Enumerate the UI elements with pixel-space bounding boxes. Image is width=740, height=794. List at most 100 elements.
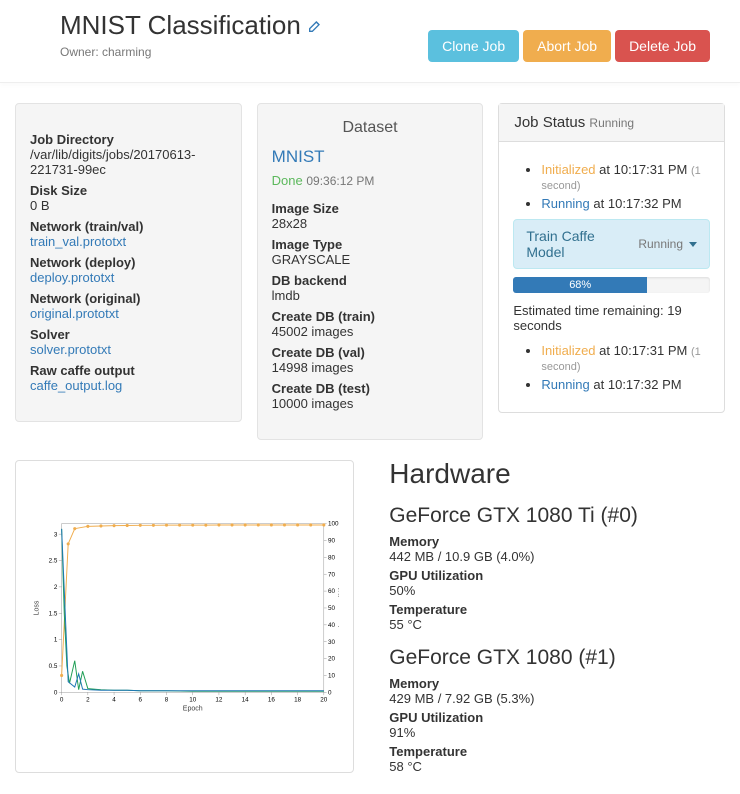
net-trainval-link[interactable]: train_val.prototxt <box>30 234 126 249</box>
job-status-state: Running <box>589 116 634 130</box>
gpu-mem-label: Memory <box>389 676 725 691</box>
svg-text:Loss: Loss <box>33 600 40 615</box>
svg-text:50: 50 <box>328 605 336 612</box>
raw-output-link[interactable]: caffe_output.log <box>30 378 122 393</box>
svg-text:16: 16 <box>268 696 276 703</box>
db-backend-label: DB backend <box>272 273 469 288</box>
svg-text:30: 30 <box>328 639 336 646</box>
dataset-panel: Dataset MNIST Done 09:36:12 PM Image Siz… <box>257 103 484 440</box>
svg-text:8: 8 <box>165 696 169 703</box>
job-dir-value: /var/lib/digits/jobs/20170613-221731-99e… <box>30 147 227 177</box>
image-type-value: GRAYSCALE <box>272 252 469 267</box>
dataset-name-link[interactable]: MNIST <box>272 147 325 166</box>
svg-text:2.5: 2.5 <box>49 558 58 565</box>
chevron-down-icon <box>689 242 697 247</box>
svg-text:100: 100 <box>328 521 339 528</box>
gpu-mem-label: Memory <box>389 534 725 549</box>
progress-bar-track: 68% <box>513 277 710 293</box>
gpu-temp-value: 58 °C <box>389 759 725 774</box>
task-state: Running <box>638 237 683 251</box>
svg-text:0: 0 <box>60 696 64 703</box>
job-actions: Clone Job Abort Job Delete Job <box>424 30 710 62</box>
svg-text:70: 70 <box>328 571 336 578</box>
svg-text:0.5: 0.5 <box>49 663 58 670</box>
svg-text:0: 0 <box>54 689 58 696</box>
svg-text:6: 6 <box>139 696 143 703</box>
training-chart: 0246810121416182000.511.522.530102030405… <box>30 475 339 755</box>
clone-job-button[interactable]: Clone Job <box>428 30 519 62</box>
task-title: Train Caffe Model <box>526 228 632 260</box>
svg-text:20: 20 <box>320 696 328 703</box>
solver-label: Solver <box>30 327 227 342</box>
gpu-mem-value: 429 MB / 7.92 GB (5.3%) <box>389 691 725 706</box>
dataset-panel-title: Dataset <box>272 119 469 137</box>
disk-size-label: Disk Size <box>30 183 227 198</box>
net-deploy-link[interactable]: deploy.prototxt <box>30 270 114 285</box>
svg-text:60: 60 <box>328 588 336 595</box>
eta-text: Estimated time remaining: 19 seconds <box>513 303 710 333</box>
db-backend-value: lmdb <box>272 288 469 303</box>
edit-icon[interactable] <box>307 10 323 41</box>
disk-size-value: 0 B <box>30 198 227 213</box>
job-info-panel: Job Directory /var/lib/digits/jobs/20170… <box>15 103 242 422</box>
gpu-temp-label: Temperature <box>389 602 725 617</box>
dataset-status: Done <box>272 173 303 188</box>
page-title: MNIST Classification <box>60 10 323 41</box>
svg-text:1.5: 1.5 <box>49 610 58 617</box>
job-event-list: Initialized at 10:17:31 PM (1 second) Ru… <box>513 162 710 211</box>
gpu-name: GeForce GTX 1080 (#1) <box>389 646 725 670</box>
task-event-list: Initialized at 10:17:31 PM (1 second) Ru… <box>513 343 710 392</box>
job-dir-label: Job Directory <box>30 132 227 147</box>
delete-job-button[interactable]: Delete Job <box>615 30 710 62</box>
svg-text:90: 90 <box>328 538 336 545</box>
svg-text:0: 0 <box>328 689 332 696</box>
gpu-temp-label: Temperature <box>389 744 725 759</box>
list-item: Running at 10:17:32 PM <box>541 196 710 211</box>
svg-text:80: 80 <box>328 554 336 561</box>
create-train-label: Create DB (train) <box>272 309 469 324</box>
gpu-temp-value: 55 °C <box>389 617 725 632</box>
hardware-title: Hardware <box>389 458 725 490</box>
training-chart-panel: 0246810121416182000.511.522.530102030405… <box>15 460 354 773</box>
gpu-util-value: 91% <box>389 725 725 740</box>
svg-text:3: 3 <box>54 531 58 538</box>
gpu-name: GeForce GTX 1080 Ti (#0) <box>389 504 725 528</box>
progress-bar-fill: 68% <box>513 277 647 293</box>
svg-text:10: 10 <box>328 673 336 680</box>
solver-link[interactable]: solver.prototxt <box>30 342 111 357</box>
title-text: MNIST Classification <box>60 10 301 41</box>
gpu-mem-value: 442 MB / 10.9 GB (4.0%) <box>389 549 725 564</box>
list-item: Running at 10:17:32 PM <box>541 377 710 392</box>
gpu-util-label: GPU Utilization <box>389 710 725 725</box>
list-item: Initialized at 10:17:31 PM (1 second) <box>541 343 710 373</box>
owner-label: Owner: charming <box>60 45 323 59</box>
gpu-util-value: 50% <box>389 583 725 598</box>
gpu-block: GeForce GTX 1080 (#1) Memory 429 MB / 7.… <box>389 646 725 774</box>
create-test-value: 10000 images <box>272 396 469 411</box>
create-val-label: Create DB (val) <box>272 345 469 360</box>
create-test-label: Create DB (test) <box>272 381 469 396</box>
svg-text:1: 1 <box>54 637 58 644</box>
abort-job-button[interactable]: Abort Job <box>523 30 611 62</box>
svg-text:2: 2 <box>86 696 90 703</box>
svg-text:12: 12 <box>215 696 223 703</box>
image-type-label: Image Type <box>272 237 469 252</box>
image-size-label: Image Size <box>272 201 469 216</box>
svg-text:40: 40 <box>328 622 336 629</box>
net-original-label: Network (original) <box>30 291 227 306</box>
gpu-block: GeForce GTX 1080 Ti (#0) Memory 442 MB /… <box>389 504 725 632</box>
svg-text:4: 4 <box>112 696 116 703</box>
create-train-value: 45002 images <box>272 324 469 339</box>
svg-text:14: 14 <box>242 696 250 703</box>
svg-text:10: 10 <box>189 696 197 703</box>
svg-text:Epoch: Epoch <box>183 706 203 713</box>
dataset-status-time: 09:36:12 PM <box>306 174 374 188</box>
net-original-link[interactable]: original.prototxt <box>30 306 119 321</box>
job-status-panel: Job Status Running Initialized at 10:17:… <box>498 103 725 413</box>
net-deploy-label: Network (deploy) <box>30 255 227 270</box>
svg-text:2: 2 <box>54 584 58 591</box>
create-val-value: 14998 images <box>272 360 469 375</box>
svg-text:20: 20 <box>328 656 336 663</box>
task-heading[interactable]: Train Caffe Model Running <box>513 219 710 269</box>
gpu-util-label: GPU Utilization <box>389 568 725 583</box>
